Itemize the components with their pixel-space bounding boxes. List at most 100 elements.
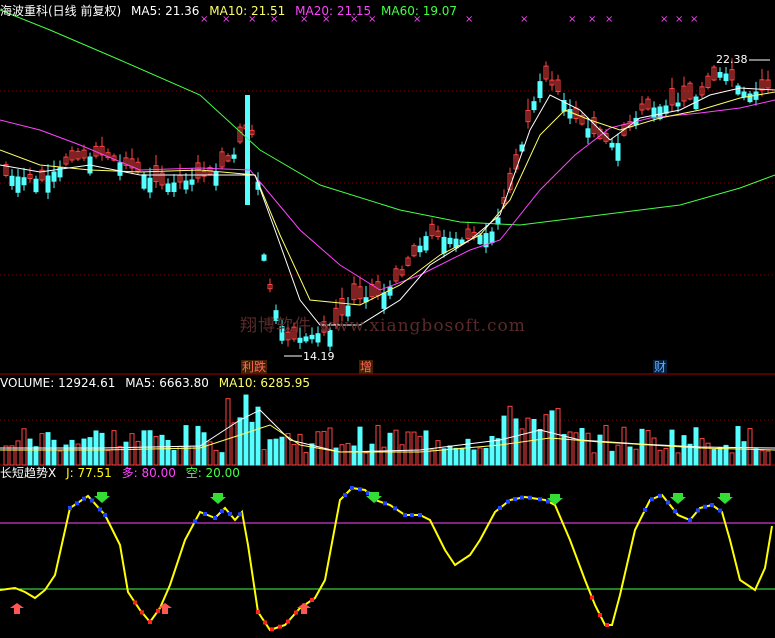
vol-ma10-label: MA10: 6285.95	[218, 376, 311, 390]
candle-spike	[245, 95, 250, 205]
price-header: 海波重科(日线 前复权) MA5: 21.36 MA10: 21.51 MA20…	[0, 4, 463, 18]
candle	[747, 93, 753, 103]
candle	[417, 245, 423, 253]
volume-bar	[675, 452, 681, 466]
j-dot-red	[590, 595, 594, 600]
j-dot-blue	[68, 506, 72, 510]
marker-m3[interactable]: 财	[653, 360, 668, 374]
j-dot-blue	[75, 501, 79, 506]
candle	[735, 85, 741, 95]
volume-bar	[261, 449, 267, 466]
ma5-label: MA5: 21.36	[131, 4, 200, 18]
j-dot-red	[256, 610, 260, 614]
volume-bar	[531, 418, 537, 466]
volume-bar	[243, 394, 249, 466]
j-dot-blue	[710, 503, 714, 507]
stock-chart-window[interactable]: { "price_panel": { "title": "海波重科(日线 前复权…	[0, 0, 775, 638]
candle	[303, 336, 309, 342]
volume-bar	[51, 439, 57, 466]
candle	[531, 101, 537, 111]
volume-bar	[87, 437, 93, 466]
volume-bar	[273, 438, 279, 466]
volume-bar	[105, 450, 111, 466]
volume-bar	[735, 426, 741, 466]
j-dot-blue	[696, 508, 700, 513]
volume-bar	[681, 435, 687, 466]
vol-ma5-label: MA5: 6663.80	[125, 376, 209, 390]
candle	[117, 162, 123, 176]
x-marker: ×	[675, 14, 683, 25]
volume-title: VOLUME: 12924.61	[0, 376, 116, 390]
candle	[741, 91, 747, 98]
j-dot-red	[156, 608, 160, 613]
j-dot-blue	[538, 497, 542, 502]
volume-bar	[45, 432, 51, 466]
volume-bar	[267, 439, 273, 466]
candle	[651, 107, 657, 119]
candle	[45, 175, 51, 193]
volume-bar	[39, 433, 45, 466]
j-dot-blue	[220, 509, 224, 513]
volume-bar	[603, 424, 609, 466]
j-dot-blue	[688, 518, 692, 522]
volume-bar	[579, 428, 585, 466]
ma20-line	[0, 99, 775, 291]
volume-bar	[75, 443, 81, 466]
volume-bar	[351, 445, 357, 466]
candle	[261, 254, 267, 261]
j-dot-red	[294, 610, 298, 615]
candle	[213, 171, 219, 186]
sell-arrow-icon	[670, 493, 686, 504]
j-dot-blue	[103, 513, 107, 517]
volume-bar	[177, 445, 183, 466]
j-dot-blue	[643, 508, 647, 512]
candle	[171, 182, 177, 193]
j-dot-red	[278, 624, 282, 629]
j-dot-red	[270, 627, 274, 632]
volume-bar	[639, 428, 645, 466]
volume-bar	[291, 443, 297, 466]
ma10-line	[0, 91, 775, 306]
volume-bar	[363, 452, 369, 466]
volume-bar	[729, 452, 735, 466]
candle	[15, 176, 21, 193]
volume-bar	[741, 441, 747, 466]
volume-bar	[57, 450, 63, 466]
j-line	[0, 486, 773, 632]
indicator-header: 长短趋势X J: 77.51 多: 80.00 空: 20.00	[0, 466, 246, 480]
marker-m2[interactable]: 增	[359, 360, 374, 374]
candle	[21, 177, 27, 186]
x-marker: ×	[520, 14, 528, 25]
volume-bar	[483, 447, 489, 466]
volume-bar	[585, 432, 591, 466]
x-marker: ×	[605, 14, 613, 25]
volume-bar	[249, 421, 255, 466]
volume-bar	[615, 444, 621, 466]
j-dot-blue	[228, 512, 232, 516]
ma10-label: MA10: 21.51	[209, 4, 286, 18]
candle	[615, 143, 621, 161]
candle	[567, 109, 573, 119]
duo-label: 多: 80.00	[121, 466, 176, 480]
candle	[183, 180, 189, 190]
j-dot-blue	[343, 493, 347, 497]
volume-bar	[171, 449, 177, 466]
volume-bar	[141, 430, 147, 466]
j-dot-red	[605, 623, 609, 627]
candle	[297, 337, 303, 343]
marker-m1[interactable]: 利跌	[241, 360, 268, 374]
volume-bar	[27, 438, 33, 466]
candle	[585, 128, 591, 138]
candle	[51, 171, 57, 182]
volume-bar	[627, 446, 633, 466]
volume-bar	[189, 445, 195, 466]
volume-bar	[279, 436, 285, 466]
candle	[33, 178, 39, 193]
volume-bar	[9, 445, 15, 466]
volume-bar	[255, 406, 261, 466]
volume-bar	[213, 449, 219, 466]
x-marker: ×	[660, 14, 668, 25]
volume-bar	[765, 450, 771, 466]
volume-bar	[303, 452, 309, 466]
indicator-title: 长短趋势X	[0, 466, 57, 480]
